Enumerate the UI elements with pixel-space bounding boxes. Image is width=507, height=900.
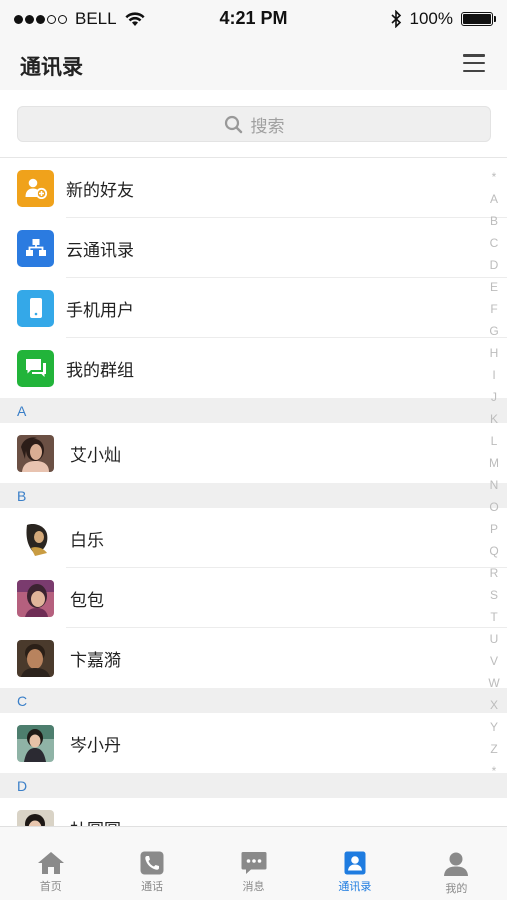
page-title: 通讯录 bbox=[20, 55, 83, 79]
contact-name: 白乐 bbox=[70, 530, 104, 551]
search-area: 搜索 bbox=[0, 90, 507, 158]
index-letter[interactable]: U bbox=[490, 628, 499, 650]
nav-bar: 通讯录 bbox=[0, 38, 507, 90]
avatar bbox=[17, 724, 54, 762]
menu-line bbox=[463, 61, 485, 65]
tab-label: 我的 bbox=[445, 882, 468, 895]
menu-line bbox=[463, 69, 485, 72]
contacts-screen: BELL 4:21 PM 100% 通讯录 搜索 新的好友 云通讯录 手机用户 … bbox=[0, 0, 507, 900]
index-letter[interactable]: V bbox=[490, 650, 498, 672]
search-input[interactable]: 搜索 bbox=[17, 106, 491, 142]
tab-label: 消息 bbox=[242, 880, 265, 893]
index-letter[interactable]: N bbox=[490, 474, 499, 496]
index-letter[interactable]: A bbox=[490, 188, 498, 210]
alphabet-index-bar[interactable]: * A B C D E F G H I J K L M N O P Q R S T U V W X Y Z * bbox=[487, 166, 501, 782]
contact-name: 杜圆圆 bbox=[70, 816, 121, 827]
function-row-my-groups[interactable]: 我的群组 bbox=[0, 338, 507, 398]
avatar bbox=[17, 519, 54, 557]
avatar bbox=[17, 809, 54, 826]
phone-icon bbox=[17, 289, 54, 327]
index-letter[interactable]: S bbox=[490, 584, 498, 606]
index-letter[interactable]: * bbox=[492, 166, 497, 188]
section-header-d: D bbox=[0, 773, 507, 798]
index-letter[interactable]: Z bbox=[490, 738, 497, 760]
index-letter[interactable]: R bbox=[490, 562, 499, 584]
bluetooth-icon bbox=[390, 10, 401, 28]
tab-label: 首页 bbox=[39, 880, 62, 893]
contact-row[interactable]: 杜圆圆 bbox=[0, 798, 507, 826]
contact-list[interactable]: 新的好友 云通讯录 手机用户 我的群组 A 艾小灿 B 白乐 包包 卞嘉漪 C … bbox=[0, 158, 507, 826]
group-chat-icon bbox=[17, 349, 54, 387]
org-chart-icon bbox=[17, 229, 54, 267]
function-label: 新的好友 bbox=[66, 180, 134, 201]
message-icon bbox=[241, 852, 267, 874]
tab-label: 通话 bbox=[141, 880, 164, 893]
contact-name: 岑小丹 bbox=[70, 735, 121, 756]
section-header-c: C bbox=[0, 688, 507, 713]
index-letter[interactable]: T bbox=[490, 606, 497, 628]
tab-messages[interactable]: 消息 bbox=[203, 827, 304, 900]
battery-icon bbox=[461, 12, 496, 26]
index-letter[interactable]: G bbox=[489, 320, 498, 342]
contact-row[interactable]: 包包 bbox=[0, 568, 507, 628]
function-label: 我的群组 bbox=[66, 360, 134, 381]
status-bar: BELL 4:21 PM 100% bbox=[0, 0, 507, 38]
index-letter[interactable]: * bbox=[492, 760, 497, 782]
contact-row[interactable]: 岑小丹 bbox=[0, 713, 507, 773]
index-letter[interactable]: L bbox=[491, 430, 498, 452]
index-letter[interactable]: O bbox=[489, 496, 498, 518]
battery-percent: 100% bbox=[409, 9, 453, 28]
contacts-icon bbox=[344, 851, 366, 875]
tab-contacts[interactable]: 通讯录 bbox=[304, 827, 405, 900]
tab-bar: 首页 通话 消息 通讯录 我的 bbox=[0, 826, 507, 900]
profile-icon bbox=[444, 852, 469, 876]
index-letter[interactable]: I bbox=[492, 364, 495, 386]
contact-name: 艾小灿 bbox=[70, 445, 121, 466]
index-letter[interactable]: D bbox=[490, 254, 499, 276]
index-letter[interactable]: F bbox=[490, 298, 497, 320]
function-label: 云通讯录 bbox=[66, 240, 134, 261]
call-icon bbox=[140, 851, 164, 875]
index-letter[interactable]: Q bbox=[489, 540, 498, 562]
index-letter[interactable]: B bbox=[490, 210, 498, 232]
contact-row[interactable]: 卞嘉漪 bbox=[0, 628, 507, 688]
contact-name: 卞嘉漪 bbox=[70, 650, 121, 671]
contact-name: 包包 bbox=[70, 590, 104, 611]
index-letter[interactable]: W bbox=[488, 672, 499, 694]
avatar bbox=[17, 579, 54, 617]
function-row-phone-users[interactable]: 手机用户 bbox=[0, 278, 507, 338]
menu-line bbox=[463, 54, 485, 57]
index-letter[interactable]: E bbox=[490, 276, 498, 298]
add-friend-icon bbox=[17, 169, 54, 207]
index-letter[interactable]: X bbox=[490, 694, 498, 716]
tab-profile[interactable]: 我的 bbox=[406, 827, 507, 900]
tab-home[interactable]: 首页 bbox=[0, 827, 101, 900]
function-row-new-friends[interactable]: 新的好友 bbox=[0, 158, 507, 218]
section-header-b: B bbox=[0, 483, 507, 508]
tab-calls[interactable]: 通话 bbox=[101, 827, 202, 900]
contact-row[interactable]: 白乐 bbox=[0, 508, 507, 568]
battery-fill bbox=[463, 14, 491, 24]
menu-button[interactable] bbox=[463, 54, 485, 72]
avatar bbox=[17, 434, 54, 472]
home-icon bbox=[37, 852, 64, 874]
section-header-a: A bbox=[0, 398, 507, 423]
index-letter[interactable]: H bbox=[490, 342, 499, 364]
index-letter[interactable]: C bbox=[490, 232, 499, 254]
function-label: 手机用户 bbox=[66, 300, 134, 321]
contact-row[interactable]: 艾小灿 bbox=[0, 423, 507, 483]
index-letter[interactable]: J bbox=[491, 386, 497, 408]
index-letter[interactable]: M bbox=[489, 452, 499, 474]
avatar bbox=[17, 639, 54, 677]
function-row-cloud-contacts[interactable]: 云通讯录 bbox=[0, 218, 507, 278]
tab-label: 通讯录 bbox=[338, 880, 372, 893]
index-letter[interactable]: P bbox=[490, 518, 498, 540]
index-letter[interactable]: Y bbox=[490, 716, 498, 738]
index-letter[interactable]: K bbox=[490, 408, 498, 430]
status-right: 100% bbox=[390, 9, 496, 29]
search-placeholder: 搜索 bbox=[250, 116, 285, 137]
search-icon bbox=[224, 115, 242, 133]
